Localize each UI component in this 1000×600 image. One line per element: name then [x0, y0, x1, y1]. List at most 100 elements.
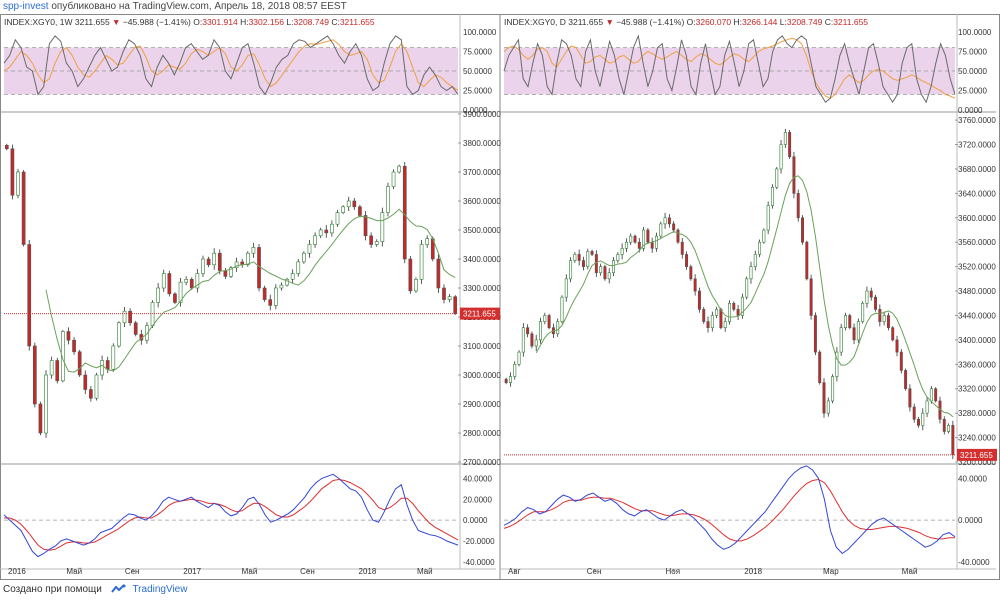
candle: [925, 397, 929, 417]
panel-daily[interactable]: INDEX:XGY0, D 3211.655 ▼ −45.988 (−1.41%…: [500, 14, 997, 576]
candle: [942, 416, 946, 435]
candle-body: [66, 331, 71, 341]
candle: [891, 326, 895, 342]
candle-body: [117, 322, 121, 347]
candle: [508, 372, 512, 387]
candle: [577, 249, 581, 266]
candle: [408, 255, 413, 294]
price-tick: 3800.0000: [463, 139, 501, 148]
candle: [590, 249, 594, 256]
candle-body: [504, 378, 508, 383]
candle-body: [262, 287, 267, 300]
candle: [273, 284, 278, 310]
author-link[interactable]: spp-invest: [3, 1, 49, 12]
candle: [676, 228, 680, 244]
candle-body: [49, 360, 54, 376]
candle: [369, 232, 373, 248]
candle-body: [947, 425, 951, 432]
price-tick: 3280.0000: [958, 409, 996, 418]
candle-body: [629, 235, 633, 243]
candle-body: [796, 193, 800, 219]
candle-body: [826, 400, 830, 414]
candle-body: [942, 418, 946, 432]
last-price-tag: 3211.655: [960, 451, 993, 460]
candle: [117, 321, 121, 348]
stoch-tick: 75.0000: [463, 48, 492, 57]
candle: [184, 276, 189, 286]
legend-l-label: L:: [780, 17, 787, 27]
candle: [612, 257, 616, 277]
price-tick: 3360.0000: [958, 360, 996, 369]
candle: [539, 317, 542, 344]
price-tick: 3640.0000: [958, 189, 996, 198]
price-tick: 3400.0000: [958, 336, 996, 345]
legend-l-label: L:: [286, 17, 293, 27]
candle-body: [100, 360, 104, 376]
candle-body: [279, 284, 284, 289]
legend-last: 3211.655: [568, 17, 605, 27]
price-tick: 3320.0000: [958, 385, 996, 394]
candle-body: [335, 212, 340, 225]
macd-signal-line: [4, 478, 459, 551]
candle: [391, 169, 396, 190]
tradingview-brand-link[interactable]: TradingView: [132, 584, 187, 595]
legend-down-icon: ▼: [112, 17, 123, 27]
legend-ohlc: INDEX:XGY0, 1W 3211.655 ▼ −45.988 (−1.41…: [4, 17, 375, 27]
time-tick: 2016: [8, 567, 26, 576]
legend-c: 3211.655: [340, 17, 375, 27]
candle-body: [758, 241, 762, 255]
macd-tick: -40.0000: [463, 558, 495, 567]
candle: [633, 234, 637, 244]
time-tick: Мар: [823, 567, 839, 576]
stoch-tick: 25.0000: [463, 87, 492, 96]
candle-body: [693, 278, 697, 292]
candle-body: [184, 278, 189, 283]
candle-body: [38, 403, 43, 434]
candle: [856, 318, 860, 343]
legend-o-label: O:: [687, 17, 696, 27]
macd-tick: 0.0000: [463, 516, 488, 525]
candle-body: [89, 389, 93, 399]
candle-body: [72, 339, 76, 353]
candle: [285, 277, 289, 287]
candle-body: [586, 251, 590, 267]
macd-line: [3, 473, 459, 558]
candle-body: [788, 132, 792, 158]
candle-body: [313, 235, 317, 245]
candle: [569, 257, 573, 283]
candle-body: [659, 223, 663, 237]
candle-body: [189, 278, 194, 289]
candle: [779, 139, 783, 174]
candle: [290, 269, 295, 284]
candle: [161, 269, 166, 292]
chart-area[interactable]: INDEX:XGY0, 1W 3211.655 ▼ −45.988 (−1.41…: [0, 14, 1000, 580]
candle: [526, 324, 530, 338]
candle-body: [4, 145, 9, 150]
candle: [560, 295, 564, 324]
candle: [899, 349, 903, 374]
candle: [736, 304, 740, 321]
candle-body: [21, 171, 26, 245]
candle: [38, 401, 43, 436]
candle: [908, 384, 912, 412]
candle-body: [839, 327, 843, 353]
candle: [646, 228, 650, 245]
candle: [650, 237, 654, 253]
price-tick: 2800.0000: [463, 429, 501, 438]
stoch-tick: 100.0000: [958, 28, 992, 37]
candle: [861, 301, 865, 324]
panel-weekly[interactable]: INDEX:XGY0, 1W 3211.655 ▼ −45.988 (−1.41…: [0, 14, 501, 576]
candle-body: [161, 273, 166, 289]
candle-body: [517, 351, 521, 365]
time-tick: Сен: [125, 567, 140, 576]
candle: [805, 240, 809, 281]
candle: [912, 403, 916, 423]
candle: [758, 239, 762, 258]
candle: [66, 327, 71, 345]
footer: Создано при помощи TradingView: [0, 580, 1000, 600]
candle-body: [633, 235, 637, 243]
macd-signal-line: [503, 478, 955, 542]
candle: [111, 343, 116, 372]
price-tick: 3440.0000: [958, 311, 996, 320]
candle: [83, 370, 88, 395]
